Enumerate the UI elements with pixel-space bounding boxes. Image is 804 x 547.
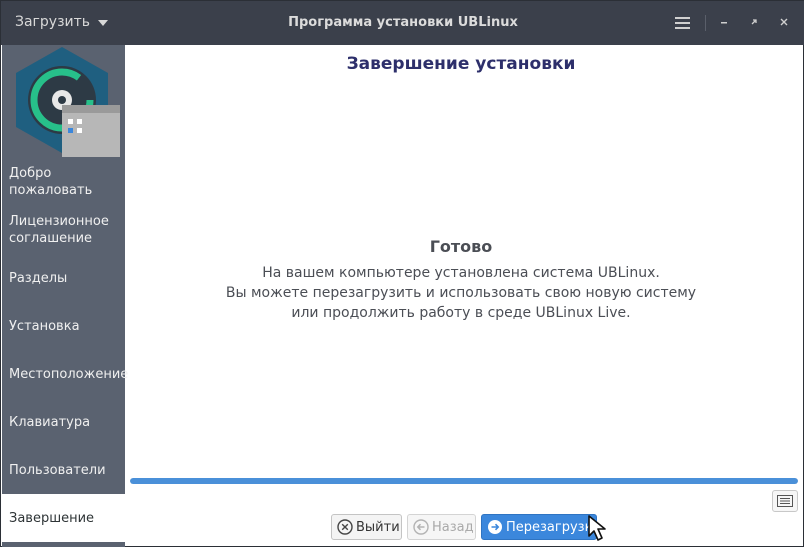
back-icon <box>413 519 429 535</box>
status-title: Готово <box>429 237 493 256</box>
installer-window: Загрузить Программа установки UBLinux До… <box>0 0 804 547</box>
exit-button[interactable]: Выйти <box>331 514 402 540</box>
log-icon <box>777 495 793 507</box>
sidebar: Добро пожаловать Лицензионное соглашение… <box>2 45 128 547</box>
install-progress-bar <box>130 478 798 484</box>
close-icon[interactable] <box>776 14 792 30</box>
status-line: На вашем компьютере установлена система … <box>262 265 660 281</box>
back-button-label: Назад <box>432 519 474 535</box>
sidebar-item-finish[interactable]: Завершение <box>2 494 125 542</box>
titlebar-separator <box>705 15 706 31</box>
maximize-icon[interactable] <box>746 14 762 30</box>
status-message: На вашем компьютере установлена система … <box>125 263 797 323</box>
reboot-icon <box>487 519 503 535</box>
exit-icon <box>337 519 353 535</box>
progress-fill <box>130 478 798 484</box>
ublinux-logo <box>16 47 120 157</box>
minimize-icon[interactable] <box>716 14 732 30</box>
sidebar-item-install[interactable]: Установка <box>2 318 125 335</box>
mouse-cursor <box>588 515 606 541</box>
sidebar-item-welcome[interactable]: Добро пожаловать <box>2 165 125 199</box>
status-line: или продолжить работу в среде UBLinux Li… <box>291 305 631 321</box>
page-title: Завершение установки <box>346 54 576 74</box>
sidebar-item-license[interactable]: Лицензионное соглашение <box>2 213 125 247</box>
back-button[interactable]: Назад <box>407 514 476 540</box>
exit-button-label: Выйти <box>356 519 400 535</box>
menu-icon[interactable] <box>675 16 691 30</box>
sidebar-item-keyboard[interactable]: Клавиатура <box>2 414 125 431</box>
reboot-button[interactable]: Перезагрузка <box>481 514 600 540</box>
log-button[interactable] <box>772 490 798 512</box>
status-line: Вы можете перезагрузить и использовать с… <box>225 285 697 301</box>
sidebar-item-partitions[interactable]: Разделы <box>2 270 125 287</box>
title-bar: Загрузить Программа установки UBLinux <box>1 1 804 45</box>
sidebar-item-location[interactable]: Местоположение <box>2 366 128 383</box>
sidebar-item-users[interactable]: Пользователи <box>2 462 125 479</box>
